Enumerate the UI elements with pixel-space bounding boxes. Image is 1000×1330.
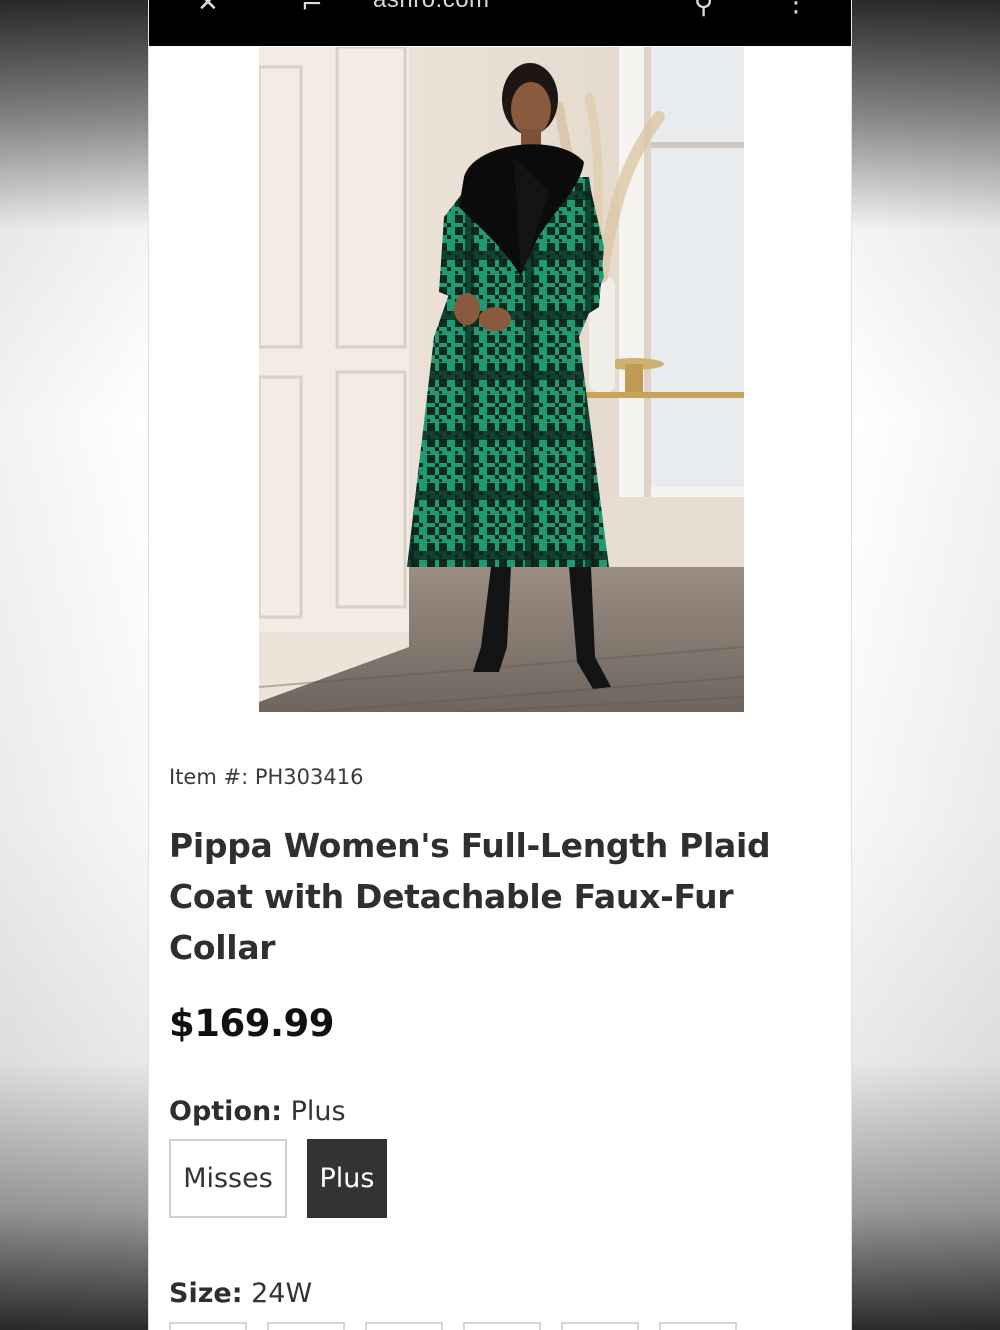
size-option-button[interactable]: [659, 1322, 737, 1330]
option-plus-button[interactable]: Plus: [307, 1139, 387, 1218]
size-label: Size:: [169, 1278, 243, 1309]
option-selector-label: Option: Plus: [169, 1096, 346, 1127]
option-selected-value: Plus: [290, 1096, 346, 1127]
size-selector-label: Size: 24W: [169, 1278, 312, 1309]
size-option-button[interactable]: [463, 1322, 541, 1330]
item-number: Item #: PH303416: [169, 765, 364, 789]
backdrop-right: [852, 0, 1000, 1330]
product-price: $169.99: [169, 1002, 335, 1045]
size-selected-value: 24W: [251, 1278, 313, 1309]
size-option-button[interactable]: [169, 1322, 247, 1330]
more-vertical-icon[interactable]: ⋮: [783, 0, 809, 18]
backdrop-left: [0, 0, 148, 1330]
option-misses-button[interactable]: Misses: [169, 1139, 287, 1218]
close-icon[interactable]: ✕: [197, 0, 219, 18]
size-option-button[interactable]: [561, 1322, 639, 1330]
product-title: Pippa Women's Full-Length Plaid Coat wit…: [169, 826, 771, 967]
browser-top-bar: ✕ ⌐ ashro.com ⚲ ⋮: [149, 0, 851, 46]
search-icon[interactable]: ⚲: [694, 0, 713, 20]
product-page: ✕ ⌐ ashro.com ⚲ ⋮: [148, 0, 852, 1330]
product-image[interactable]: [259, 47, 744, 712]
size-option-button[interactable]: [267, 1322, 345, 1330]
address-bar-url[interactable]: ashro.com: [373, 0, 490, 14]
tabs-icon[interactable]: ⌐: [301, 0, 323, 20]
option-label: Option:: [169, 1096, 283, 1127]
size-option-button[interactable]: [365, 1322, 443, 1330]
product-photo-illustration: [259, 47, 744, 712]
